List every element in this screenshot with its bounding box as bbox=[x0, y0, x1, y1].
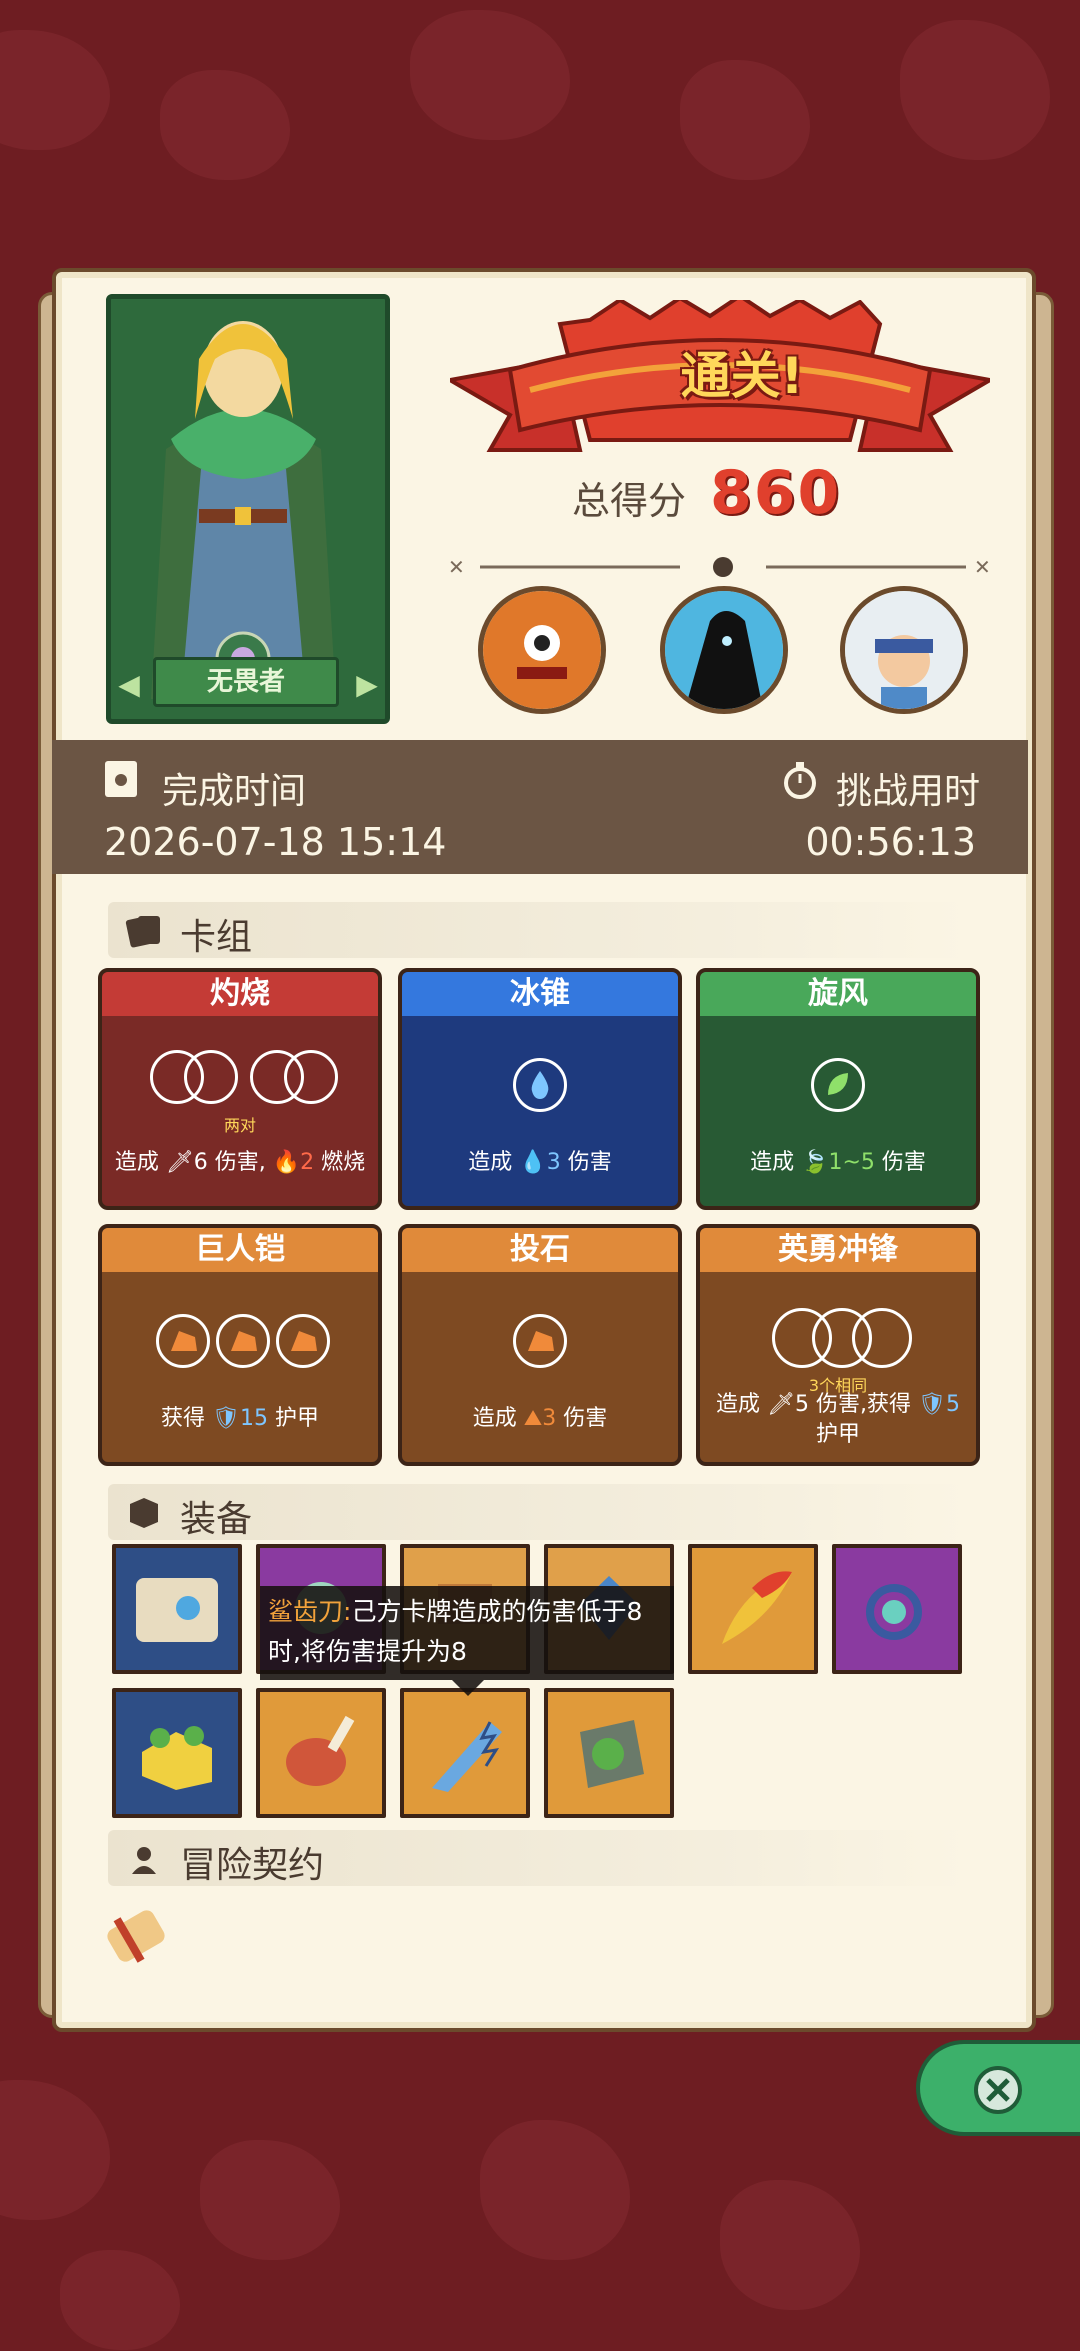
hero-name: 无畏者 bbox=[153, 657, 339, 707]
card-title: 投石 bbox=[402, 1228, 678, 1272]
card-bingzhui[interactable]: 冰锥 造成 💧3 伤害 bbox=[398, 968, 682, 1210]
rock-slot bbox=[156, 1314, 210, 1368]
fire-icon: 🔥 bbox=[272, 1150, 301, 1175]
rock-icon: ⛰ bbox=[523, 1406, 543, 1431]
card-condition: 两对 bbox=[223, 1116, 256, 1135]
card-description: 造成 💧3 伤害 bbox=[468, 1150, 612, 1175]
stopwatch-icon bbox=[784, 762, 816, 799]
finish-time-value: 2026-07-18 15:14 bbox=[104, 820, 447, 864]
hero-illustration bbox=[111, 299, 375, 709]
tooltip-item-name: 鲨齿刀: bbox=[268, 1597, 352, 1626]
scroll-icon[interactable] bbox=[112, 1544, 242, 1674]
contract-header: 冒险契约 bbox=[108, 1830, 968, 1886]
card-description: 造成 🗡6 伤害, 🔥2 燃烧 bbox=[114, 1150, 366, 1175]
water-drop-icon bbox=[531, 1071, 549, 1099]
card-jurenkai[interactable]: 巨人铠 获得 🛡15 护甲 bbox=[98, 1224, 382, 1466]
rock-slot bbox=[216, 1314, 270, 1368]
deck-header-text: 卡组 bbox=[180, 917, 253, 958]
equipment-header: 装备 bbox=[108, 1484, 968, 1540]
shield-icon: 🛡 bbox=[212, 1406, 240, 1431]
hero-next-arrow[interactable]: ▶ bbox=[355, 669, 379, 701]
dice-slot bbox=[513, 1058, 567, 1112]
equipment-tooltip: 鲨齿刀:己方卡牌造成的伤害低于8时,将伤害提升为8 bbox=[260, 1586, 674, 1680]
card-toushi[interactable]: 投石 造成 ⛰3 伤害 bbox=[398, 1224, 682, 1466]
leaf-icon: 🍃 bbox=[801, 1150, 829, 1175]
water-drop-icon: 💧 bbox=[519, 1150, 547, 1175]
card-title: 冰锥 bbox=[402, 972, 678, 1016]
score-label: 总得分 bbox=[572, 479, 687, 523]
rock-icon bbox=[231, 1331, 257, 1351]
dice-slot bbox=[284, 1050, 338, 1104]
duration-value: 00:56:13 bbox=[805, 820, 976, 864]
close-icon bbox=[974, 2066, 1022, 2114]
contract-header-text: 冒险契约 bbox=[180, 1845, 325, 1886]
box-icon bbox=[130, 1498, 158, 1528]
svg-text:✕: ✕ bbox=[974, 556, 991, 578]
finish-time-label: 完成时间 bbox=[162, 771, 307, 812]
fire-feather-icon[interactable] bbox=[688, 1544, 818, 1674]
contract-icon bbox=[132, 1847, 156, 1874]
equipment-header-text: 装备 bbox=[180, 1499, 253, 1540]
card-description: 造成 🍃1~5 伤害 bbox=[750, 1150, 926, 1175]
dice-slot bbox=[184, 1050, 238, 1104]
close-button[interactable] bbox=[916, 2040, 1080, 2136]
card-title: 巨人铠 bbox=[102, 1228, 378, 1272]
score-value: 860 bbox=[710, 458, 842, 528]
meat-icon[interactable] bbox=[256, 1688, 386, 1818]
hero-prev-arrow[interactable]: ◀ bbox=[117, 669, 141, 701]
result-title: 通关! bbox=[680, 347, 804, 405]
dice-slot bbox=[811, 1058, 865, 1112]
dice-slot bbox=[852, 1308, 912, 1368]
rock-slot bbox=[513, 1314, 567, 1368]
card-yingyongchongfeng[interactable]: 英勇冲锋 3个相同 造成 🗡5 伤害,获得 🛡5 护甲 bbox=[696, 1224, 980, 1466]
shield-icon: 🛡 bbox=[918, 1392, 946, 1417]
leaf-icon bbox=[828, 1073, 848, 1095]
card-description: 造成 ⛰3 伤害 bbox=[472, 1406, 608, 1431]
boss-icon-1 bbox=[478, 586, 606, 714]
tooltip-arrow bbox=[452, 1680, 484, 1696]
cards-icon bbox=[125, 916, 160, 948]
sword-icon: 🗡 bbox=[767, 1392, 795, 1417]
card-zhuoshao[interactable]: 灼烧 两对 造成 🗡6 伤害, 🔥2 燃烧 bbox=[98, 968, 382, 1210]
rock-icon bbox=[528, 1331, 554, 1351]
moss-stone-icon[interactable] bbox=[544, 1688, 674, 1818]
shark-tooth-knife-icon[interactable] bbox=[400, 1688, 530, 1818]
rock-slot bbox=[276, 1314, 330, 1368]
card-description: 获得 🛡15 护甲 bbox=[161, 1406, 319, 1431]
card-title: 旋风 bbox=[700, 972, 976, 1016]
divider-ornament: ✕ ✕ bbox=[448, 556, 991, 578]
scroll-contract-icon[interactable] bbox=[96, 1896, 176, 1976]
duration-label: 挑战用时 bbox=[836, 771, 981, 812]
sword-icon: 🗡 bbox=[165, 1150, 194, 1175]
info-bar: 完成时间 2026-07-18 15:14 挑战用时 00:56:13 bbox=[52, 740, 1028, 874]
deck-header: 卡组 bbox=[108, 902, 968, 958]
card-description: 造成 🗡5 伤害,获得 🛡5 护甲 bbox=[716, 1392, 960, 1447]
boss-icon-2 bbox=[660, 586, 788, 714]
rock-icon bbox=[171, 1331, 197, 1351]
card-title: 灼烧 bbox=[102, 972, 378, 1016]
card-xuanfeng[interactable]: 旋风 造成 🍃1~5 伤害 bbox=[696, 968, 980, 1210]
svg-text:✕: ✕ bbox=[448, 556, 465, 578]
hero-portrait: ◀ 无畏者 ▶ bbox=[106, 294, 390, 724]
card-title: 英勇冲锋 bbox=[700, 1228, 976, 1272]
boss-icon-3 bbox=[840, 586, 968, 714]
cheese-icon[interactable] bbox=[112, 1688, 242, 1818]
amulet-icon[interactable] bbox=[832, 1544, 962, 1674]
calendar-icon bbox=[105, 761, 137, 797]
rock-icon bbox=[291, 1331, 317, 1351]
